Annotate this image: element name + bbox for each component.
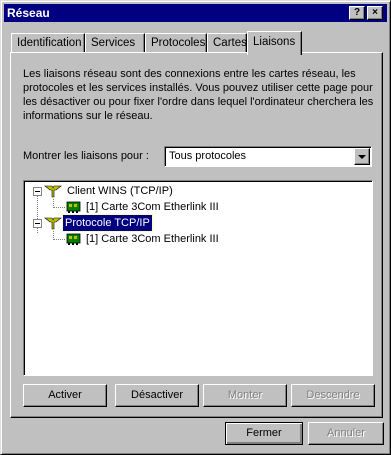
tree-item-label: [1] Carte 3Com Etherlink III	[86, 233, 219, 245]
chevron-down-icon[interactable]	[354, 148, 370, 165]
tree-item[interactable]: [1] Carte 3Com Etherlink III	[24, 199, 364, 215]
window-title: Réseau	[7, 6, 50, 20]
network-card-icon	[66, 201, 81, 213]
bindings-tree[interactable]: Client WINS (TCP/IP) [1] Carte 3Com Ethe…	[23, 180, 373, 376]
network-card-icon	[66, 233, 81, 245]
protocol-icon	[44, 185, 62, 198]
tab-protocoles[interactable]: Protocoles	[145, 33, 207, 53]
help-button[interactable]: ?	[349, 6, 365, 20]
show-bindings-value: Tous protocoles	[169, 150, 247, 162]
tab-liaisons[interactable]: Liaisons	[247, 31, 302, 55]
tree-item[interactable]: Protocole TCP/IP	[24, 214, 364, 232]
collapse-icon[interactable]	[33, 187, 42, 196]
move-up-button[interactable]: Monter	[203, 384, 287, 407]
close-button[interactable]: Fermer	[225, 422, 303, 445]
network-dialog: Réseau ? × Identification Services Proto…	[0, 0, 391, 455]
bindings-panel: Les liaisons réseau sont des connexions …	[10, 52, 383, 418]
tree-item-label: Client WINS (TCP/IP)	[67, 185, 173, 197]
tab-cartes[interactable]: Cartes	[207, 33, 247, 53]
tree-item[interactable]: [1] Carte 3Com Etherlink III	[24, 231, 364, 247]
move-down-button[interactable]: Descendre	[291, 384, 375, 407]
collapse-icon[interactable]	[33, 219, 42, 228]
show-bindings-label: Montrer les liaisons pour :	[23, 150, 149, 162]
cancel-button[interactable]: Annuler	[308, 422, 384, 445]
tree-item[interactable]: Client WINS (TCP/IP)	[24, 183, 364, 199]
disable-button[interactable]: Désactiver	[115, 384, 199, 407]
close-icon[interactable]: ×	[367, 6, 383, 20]
protocol-icon	[44, 217, 62, 230]
tab-services[interactable]: Services	[85, 33, 145, 53]
enable-button[interactable]: Activer	[23, 384, 107, 407]
bindings-description: Les liaisons réseau sont des connexions …	[23, 68, 374, 122]
show-bindings-dropdown[interactable]: Tous protocoles	[164, 146, 372, 167]
tree-item-label: [1] Carte 3Com Etherlink III	[86, 201, 219, 213]
tab-identification[interactable]: Identification	[11, 33, 85, 53]
title-bar: Réseau ? ×	[4, 4, 387, 22]
tree-item-label: Protocole TCP/IP	[62, 214, 153, 232]
